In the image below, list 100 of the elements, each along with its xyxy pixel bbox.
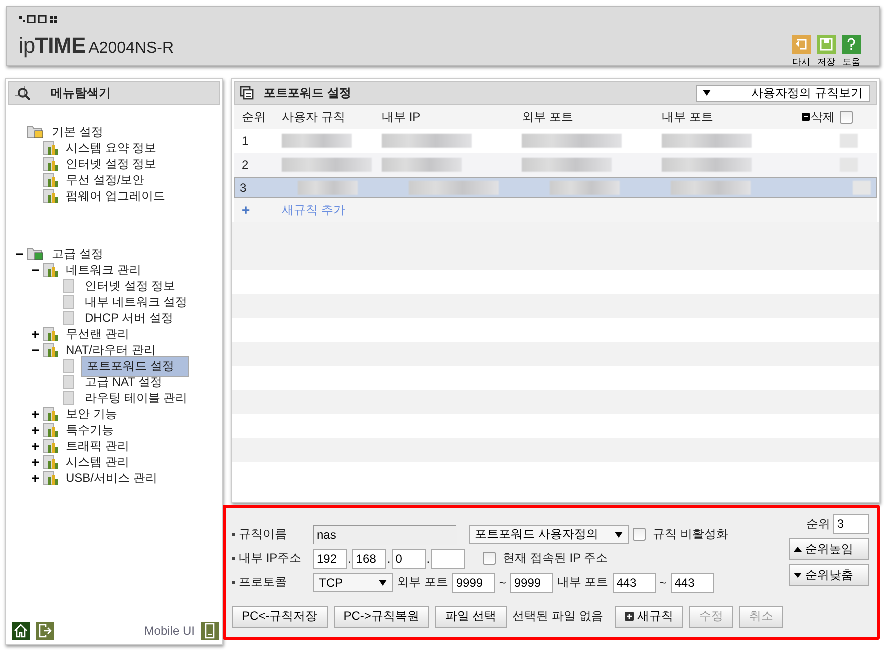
expand-icon[interactable] <box>32 410 40 418</box>
menu-item[interactable]: 시스템 요약 정보 <box>62 140 161 156</box>
rule-row[interactable]: 2 <box>234 153 877 177</box>
page-icon <box>63 391 74 405</box>
panel-title: 포트포워드 설정 <box>264 84 352 102</box>
menu-item[interactable]: 특수기능 <box>62 422 118 438</box>
field-label: 내부 포트 <box>557 574 609 591</box>
ip-octet-field[interactable]: 168 <box>352 548 386 568</box>
logo-dots-icon <box>19 15 59 23</box>
column-header: 내부 포트 <box>662 108 714 126</box>
caret-up-icon <box>794 546 802 552</box>
move-up-button[interactable]: 순위높임 <box>789 538 870 560</box>
mobile-ui-link[interactable]: Mobile UI <box>144 624 195 638</box>
home-button[interactable] <box>12 622 30 640</box>
port-field[interactable]: 443 <box>670 572 714 592</box>
menu-item[interactable]: 포트포워드 설정 <box>81 356 190 376</box>
menu-item[interactable]: 고급 NAT 설정 <box>81 374 167 390</box>
menu-icon <box>43 470 59 486</box>
menu-icon <box>43 438 59 454</box>
brand-logo: ipTIME <box>19 33 86 59</box>
column-header: 순위 <box>242 108 267 126</box>
row-number: 3 <box>240 180 247 194</box>
field-label: 규칙이름 <box>239 526 288 543</box>
ip-octet-field[interactable]: 0 <box>392 548 426 568</box>
menu-group[interactable]: 기본 설정 <box>48 124 108 140</box>
checkbox[interactable] <box>483 552 496 565</box>
expand-icon[interactable] <box>32 330 40 338</box>
rule-row[interactable]: 3 <box>234 177 877 198</box>
caret-icon <box>703 90 711 96</box>
add-icon: + <box>242 202 282 218</box>
menu-icon <box>43 326 59 342</box>
menu-icon <box>43 422 59 438</box>
page-icon <box>63 295 74 309</box>
mobile-button[interactable] <box>201 622 219 640</box>
menu-item[interactable]: 라우팅 테이블 관리 <box>81 390 192 406</box>
restore-rules-button[interactable]: PC->규칙복원 <box>334 606 430 628</box>
ip-separator: . <box>426 552 430 566</box>
protocol-dropdown[interactable]: TCP <box>313 573 393 592</box>
port-field[interactable]: 9999 <box>452 572 496 592</box>
port-field[interactable]: 443 <box>612 572 656 592</box>
menu-item[interactable]: NAT/라우터 관리 <box>62 342 160 358</box>
menu-icon <box>43 172 59 188</box>
menu-group[interactable]: 고급 설정 <box>48 246 108 262</box>
caret-icon <box>794 572 802 578</box>
menu-icon <box>43 188 59 204</box>
port-field[interactable]: 9999 <box>510 572 554 592</box>
field-label: 프로토콜 <box>239 574 288 591</box>
ip-separator: . <box>387 552 391 566</box>
type-dropdown[interactable]: 포트포워드 사용자정의 <box>469 525 629 544</box>
column-header: 내부 IP <box>382 108 422 126</box>
field-label: 내부 IP주소 <box>239 550 303 567</box>
menu-icon <box>43 262 59 278</box>
menu-item[interactable]: 인터넷 설정 정보 <box>81 278 180 294</box>
expand-icon[interactable] <box>32 426 40 434</box>
page-icon <box>63 311 74 325</box>
page-icon <box>63 375 74 389</box>
menu-item[interactable]: DHCP 서버 설정 <box>81 310 178 326</box>
ip-octet-field[interactable]: 192 <box>313 548 347 568</box>
menu-item[interactable]: USB/서비스 관리 <box>62 470 162 486</box>
page-icon <box>63 279 74 293</box>
expand-icon[interactable] <box>32 458 40 466</box>
plus-icon <box>625 612 634 621</box>
checkbox[interactable] <box>633 528 646 541</box>
menu-icon <box>43 140 59 156</box>
view-dropdown[interactable]: 사용자정의 규칙보기 <box>696 84 870 102</box>
menu-item[interactable]: 무선 설정/보안 <box>62 172 149 188</box>
menu-item[interactable]: 내부 네트워크 설정 <box>81 294 192 310</box>
blurred-checkbox <box>840 134 858 148</box>
menu-icon <box>43 156 59 172</box>
checkbox-label: 현재 접속된 IP 주소 <box>503 550 608 567</box>
logout-button[interactable] <box>36 622 54 640</box>
order-field[interactable]: 3 <box>833 514 870 534</box>
file-select-button[interactable]: 파일 선택 <box>435 606 507 628</box>
folder-icon <box>27 125 45 139</box>
folder-icon <box>27 247 45 261</box>
expand-icon[interactable] <box>32 442 40 450</box>
blurred-checkbox <box>852 180 871 194</box>
menu-item[interactable]: 인터넷 설정 정보 <box>62 156 161 172</box>
menu-item[interactable]: 시스템 관리 <box>62 454 134 470</box>
minus-icon <box>802 113 810 121</box>
expand-icon[interactable] <box>32 474 40 482</box>
ip-separator: . <box>348 552 352 566</box>
field-label: 외부 포트 <box>397 574 448 591</box>
blurred-text <box>298 180 358 194</box>
checkbox-label: 규칙 비활성화 <box>653 526 728 543</box>
field-label: 순위 <box>806 516 830 532</box>
ip-octet-field[interactable] <box>431 548 466 568</box>
menu-item[interactable]: 네트워크 관리 <box>62 262 146 278</box>
menu-item[interactable]: 펌웨어 업그레이드 <box>62 188 170 204</box>
menu-item[interactable]: 트래픽 관리 <box>62 438 134 454</box>
move-down-button[interactable]: 순위낮춤 <box>789 564 870 586</box>
select-all-checkbox[interactable] <box>840 110 853 124</box>
rule-name-field[interactable]: nas <box>313 524 457 544</box>
new-rule-button[interactable]: 새규칙 <box>615 606 684 628</box>
save-rules-button[interactable]: PC<-규칙저장 <box>232 606 328 628</box>
file-status: 선택된 파일 없음 <box>512 608 604 625</box>
menu-item[interactable]: 무선랜 관리 <box>62 326 134 342</box>
model-name: A2004NS-R <box>88 40 174 58</box>
menu-item[interactable]: 보안 기능 <box>62 406 122 422</box>
sidebar-title: 메뉴탐색기 <box>51 84 111 102</box>
